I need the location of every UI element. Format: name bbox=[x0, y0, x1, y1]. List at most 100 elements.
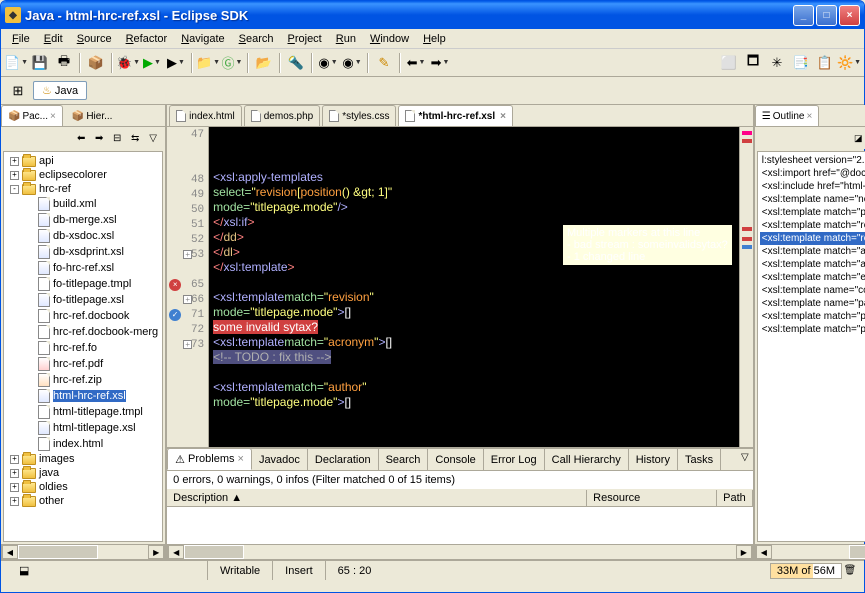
bottom-tab-declaration[interactable]: Declaration bbox=[308, 449, 379, 470]
file-hrc-ref.fo[interactable]: hrc-ref.fo bbox=[6, 340, 160, 356]
code-line[interactable] bbox=[213, 274, 735, 289]
gutter-line[interactable] bbox=[167, 142, 208, 157]
run-last-button[interactable]: ▶▼ bbox=[165, 52, 187, 74]
left-tab-hier[interactable]: 📦Hier... bbox=[65, 105, 120, 126]
menu-navigate[interactable]: Navigate bbox=[174, 31, 231, 47]
file-html-titlepage.tmpl[interactable]: html-titlepage.tmpl bbox=[6, 404, 160, 420]
file-db-xsdoc.xsl[interactable]: db-xsdoc.xsl bbox=[6, 228, 160, 244]
close-icon[interactable]: × bbox=[500, 111, 506, 122]
bottom-view-menu[interactable]: ▽ bbox=[737, 449, 753, 465]
outline-item[interactable]: <xsl:template match="acronyr bbox=[760, 245, 865, 258]
task-marker-icon[interactable]: ✓ bbox=[169, 309, 181, 321]
file-hrc-ref.docbook-merg[interactable]: hrc-ref.docbook-merg bbox=[6, 324, 160, 340]
tb-ext3[interactable]: ✳ bbox=[766, 52, 788, 74]
left-tab-pac[interactable]: 📦Pac...× bbox=[1, 105, 63, 126]
editor-tab-indexhtml[interactable]: index.html bbox=[169, 105, 242, 126]
status-fastview[interactable]: ⬓ bbox=[7, 561, 207, 580]
bottom-hscrollbar[interactable]: ◀▶ bbox=[167, 544, 753, 560]
gutter-line[interactable]: 72 bbox=[167, 322, 208, 337]
editor-tab-stylescss[interactable]: *styles.css bbox=[322, 105, 396, 126]
folder-hrc-ref[interactable]: -hrc-ref bbox=[6, 182, 160, 196]
bottom-tab-history[interactable]: History bbox=[629, 449, 678, 470]
gutter-line[interactable] bbox=[167, 352, 208, 367]
code-line[interactable]: <xsl:template match="author" bbox=[213, 379, 735, 394]
filter-icon[interactable]: ◪ bbox=[850, 130, 865, 146]
file-build.xml[interactable]: build.xml bbox=[6, 196, 160, 212]
fold-icon[interactable]: + bbox=[183, 295, 192, 304]
code-line[interactable]: some invalid sytax? bbox=[213, 319, 735, 334]
folder-java[interactable]: +java bbox=[6, 466, 160, 480]
open-type-button[interactable]: 📂 bbox=[253, 52, 275, 74]
error-marker-icon[interactable]: × bbox=[169, 279, 181, 291]
menu-help[interactable]: Help bbox=[416, 31, 453, 47]
gutter-line[interactable]: ✓71 bbox=[167, 307, 208, 322]
bottom-tab-console[interactable]: Console bbox=[428, 449, 483, 470]
tb-ext5[interactable]: 📋 bbox=[814, 52, 836, 74]
outline-item[interactable]: <xsl:template name="newline bbox=[760, 193, 865, 206]
expander-icon[interactable]: + bbox=[10, 469, 19, 478]
tree-hscrollbar[interactable]: ◀▶ bbox=[1, 544, 165, 560]
editor-gutter[interactable]: 474849505152+53×65+66✓7172+73 bbox=[167, 127, 209, 447]
file-fo-titlepage.xsl[interactable]: fo-titlepage.xsl bbox=[6, 292, 160, 308]
tb-ext4[interactable]: 📑 bbox=[790, 52, 812, 74]
close-icon[interactable]: × bbox=[238, 453, 244, 465]
file-fo-hrc-ref.xsl[interactable]: fo-hrc-ref.xsl bbox=[6, 260, 160, 276]
folder-other[interactable]: +other bbox=[6, 494, 160, 508]
gutter-line[interactable]: 49 bbox=[167, 187, 208, 202]
outline-item[interactable]: <xsl:template match="progran bbox=[760, 310, 865, 323]
fold-icon[interactable]: + bbox=[183, 340, 192, 349]
outline-item[interactable]: l:stylesheet version="2.0" bbox=[760, 154, 865, 167]
expander-icon[interactable]: + bbox=[10, 157, 19, 166]
code-line[interactable]: <xsl:template match="acronym">[] bbox=[213, 334, 735, 349]
forward-nav-icon[interactable]: ➡ bbox=[91, 130, 107, 146]
outline-item[interactable]: <xsl:template match="progran bbox=[760, 323, 865, 336]
tb-ext6[interactable]: 🔆▼ bbox=[838, 52, 860, 74]
gutter-line[interactable]: +73 bbox=[167, 337, 208, 352]
new-package-button[interactable]: 📁▼ bbox=[197, 52, 219, 74]
code-line[interactable]: mode="titlepage.mode">[] bbox=[213, 394, 735, 409]
annotate-prev-button[interactable]: ◉▼ bbox=[317, 52, 339, 74]
file-hrc-ref.docbook[interactable]: hrc-ref.docbook bbox=[6, 308, 160, 324]
outline-item[interactable]: <xsl:import href="@docbook-c bbox=[760, 167, 865, 180]
gutter-line[interactable] bbox=[167, 157, 208, 172]
code-line[interactable]: mode="titlepage.mode"/> bbox=[213, 199, 735, 214]
close-button[interactable]: × bbox=[839, 5, 860, 26]
file-html-hrc-ref.xsl[interactable]: html-hrc-ref.xsl bbox=[6, 388, 160, 404]
file-db-xsdprint.xsl[interactable]: db-xsdprint.xsl bbox=[6, 244, 160, 260]
problems-table[interactable]: Description ▲ResourcePath bbox=[167, 490, 753, 544]
gutter-line[interactable]: +53 bbox=[167, 247, 208, 262]
file-db-merge.xsl[interactable]: db-merge.xsl bbox=[6, 212, 160, 228]
maximize-button[interactable]: □ bbox=[816, 5, 837, 26]
fold-icon[interactable]: + bbox=[183, 250, 192, 259]
outline-item[interactable]: <xsl:template name="paragra bbox=[760, 297, 865, 310]
column-description[interactable]: Description ▲ bbox=[167, 490, 587, 506]
last-edit-button[interactable]: ✎ bbox=[373, 52, 395, 74]
build-button[interactable]: 📦 bbox=[85, 52, 107, 74]
folder-oldies[interactable]: +oldies bbox=[6, 480, 160, 494]
bottom-tab-problems[interactable]: ⚠Problems× bbox=[167, 448, 252, 470]
overview-ruler[interactable] bbox=[739, 127, 753, 447]
close-icon[interactable]: × bbox=[806, 111, 812, 122]
outline-item[interactable]: <xsl:template name="compone bbox=[760, 284, 865, 297]
open-perspective-button[interactable]: ⊞ bbox=[7, 80, 29, 102]
outline-hscrollbar[interactable]: ◀▶ bbox=[755, 544, 865, 560]
expander-icon[interactable]: - bbox=[10, 185, 19, 194]
expander-icon[interactable]: + bbox=[10, 497, 19, 506]
gutter-line[interactable]: +66 bbox=[167, 292, 208, 307]
code-line[interactable]: <xsl:template match="revision" bbox=[213, 289, 735, 304]
run-button[interactable]: ▶▼ bbox=[141, 52, 163, 74]
file-hrc-ref.zip[interactable]: hrc-ref.zip bbox=[6, 372, 160, 388]
menu-file[interactable]: File bbox=[5, 31, 37, 47]
debug-button[interactable]: 🐞▼ bbox=[117, 52, 139, 74]
expander-icon[interactable]: + bbox=[10, 171, 19, 180]
menu-window[interactable]: Window bbox=[363, 31, 416, 47]
column-path[interactable]: Path bbox=[717, 490, 753, 506]
folder-images[interactable]: +images bbox=[6, 452, 160, 466]
file-hrc-ref.pdf[interactable]: hrc-ref.pdf bbox=[6, 356, 160, 372]
menu-source[interactable]: Source bbox=[70, 31, 119, 47]
print-button[interactable]: 🖶 bbox=[53, 52, 75, 74]
column-resource[interactable]: Resource bbox=[587, 490, 717, 506]
bottom-tab-search[interactable]: Search bbox=[379, 449, 429, 470]
minimize-button[interactable]: _ bbox=[793, 5, 814, 26]
bottom-tab-error-log[interactable]: Error Log bbox=[484, 449, 545, 470]
